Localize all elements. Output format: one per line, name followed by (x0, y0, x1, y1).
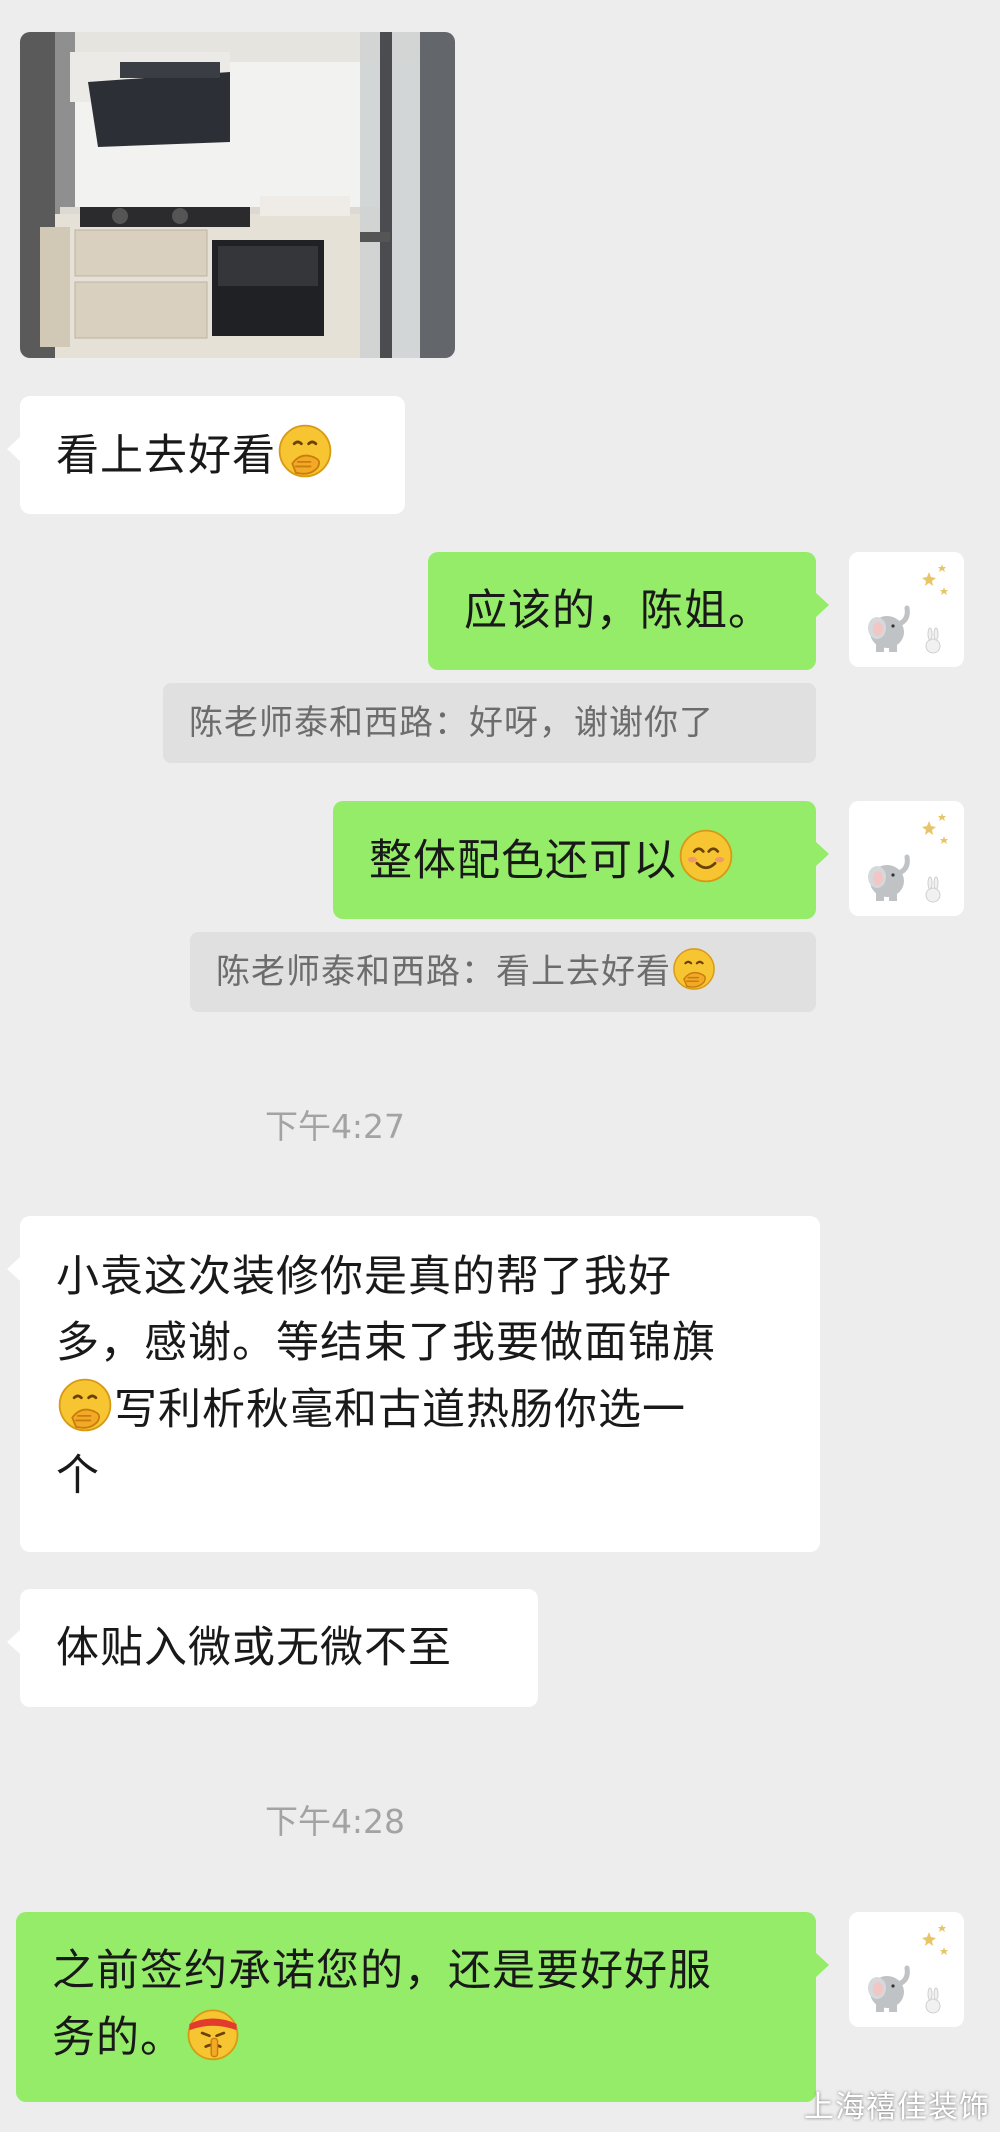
timestamp: 下午4:27 (264, 1107, 406, 1146)
headband-shushing-emoji-icon (184, 2004, 242, 2062)
kitchen-photo (20, 32, 455, 358)
message-text-line: 多，感谢。等结束了我要做面锦旗 (56, 1318, 716, 1368)
message-text-line: 个 (56, 1451, 100, 1501)
elephant-avatar-icon (849, 552, 964, 667)
quote-text: 陈老师泰和西路：看上去好看 (216, 952, 671, 992)
bubble-tail (815, 592, 829, 618)
elephant-avatar-icon (849, 801, 964, 916)
avatar[interactable] (849, 1912, 964, 2027)
quoted-message[interactable]: 陈老师泰和西路：看上去好看 (190, 932, 816, 1012)
avatar[interactable] (849, 801, 964, 916)
avatar[interactable] (849, 552, 964, 667)
message-text-line: 之前签约承诺您的，还是要好好服 (52, 1946, 712, 1996)
bubble-tail (7, 1629, 21, 1655)
message-bubble-incoming[interactable]: 体贴入微或无微不至 (7, 1589, 538, 1707)
bubble-tail (815, 841, 829, 867)
message-text: 应该的，陈姐。 (464, 586, 772, 636)
message-text: 体贴入微或无微不至 (56, 1623, 452, 1673)
quote-text: 陈老师泰和西路：好呀，谢谢你了 (189, 703, 714, 743)
message-text: 整体配色还可以 (369, 836, 677, 886)
watermark: 上海禧佳装饰 (804, 2090, 990, 2125)
message-bubble-outgoing[interactable]: 整体配色还可以 (333, 801, 829, 919)
message-text: 看上去好看 (56, 431, 276, 481)
hand-over-mouth-emoji-icon (56, 1376, 114, 1434)
bubble-tail (7, 436, 21, 462)
message-text-line: 小袁这次装修你是真的帮了我好 (56, 1252, 672, 1302)
timestamp: 下午4:28 (264, 1802, 406, 1841)
hand-over-mouth-emoji-icon (671, 946, 717, 992)
bubble-tail (7, 1256, 21, 1282)
elephant-avatar-icon (849, 1912, 964, 2027)
message-bubble-outgoing[interactable]: 应该的，陈姐。 (428, 552, 829, 670)
smiling-face-emoji-icon (677, 827, 735, 885)
kitchen-photo-message[interactable] (20, 32, 455, 358)
hand-over-mouth-emoji-icon (276, 422, 334, 480)
message-bubble-incoming[interactable]: 小袁这次装修你是真的帮了我好 多，感谢。等结束了我要做面锦旗 写利析秋毫和古道热… (7, 1216, 820, 1552)
message-bubble-outgoing[interactable]: 之前签约承诺您的，还是要好好服 务的。 (16, 1912, 829, 2102)
message-bubble-incoming[interactable]: 看上去好看 (7, 396, 405, 514)
message-text-line: 务的。 (52, 2013, 184, 2063)
quoted-message[interactable]: 陈老师泰和西路：好呀，谢谢你了 (163, 683, 816, 763)
bubble-tail (815, 1952, 829, 1978)
message-text-line: 写利析秋毫和古道热肠你选一 (114, 1385, 686, 1435)
